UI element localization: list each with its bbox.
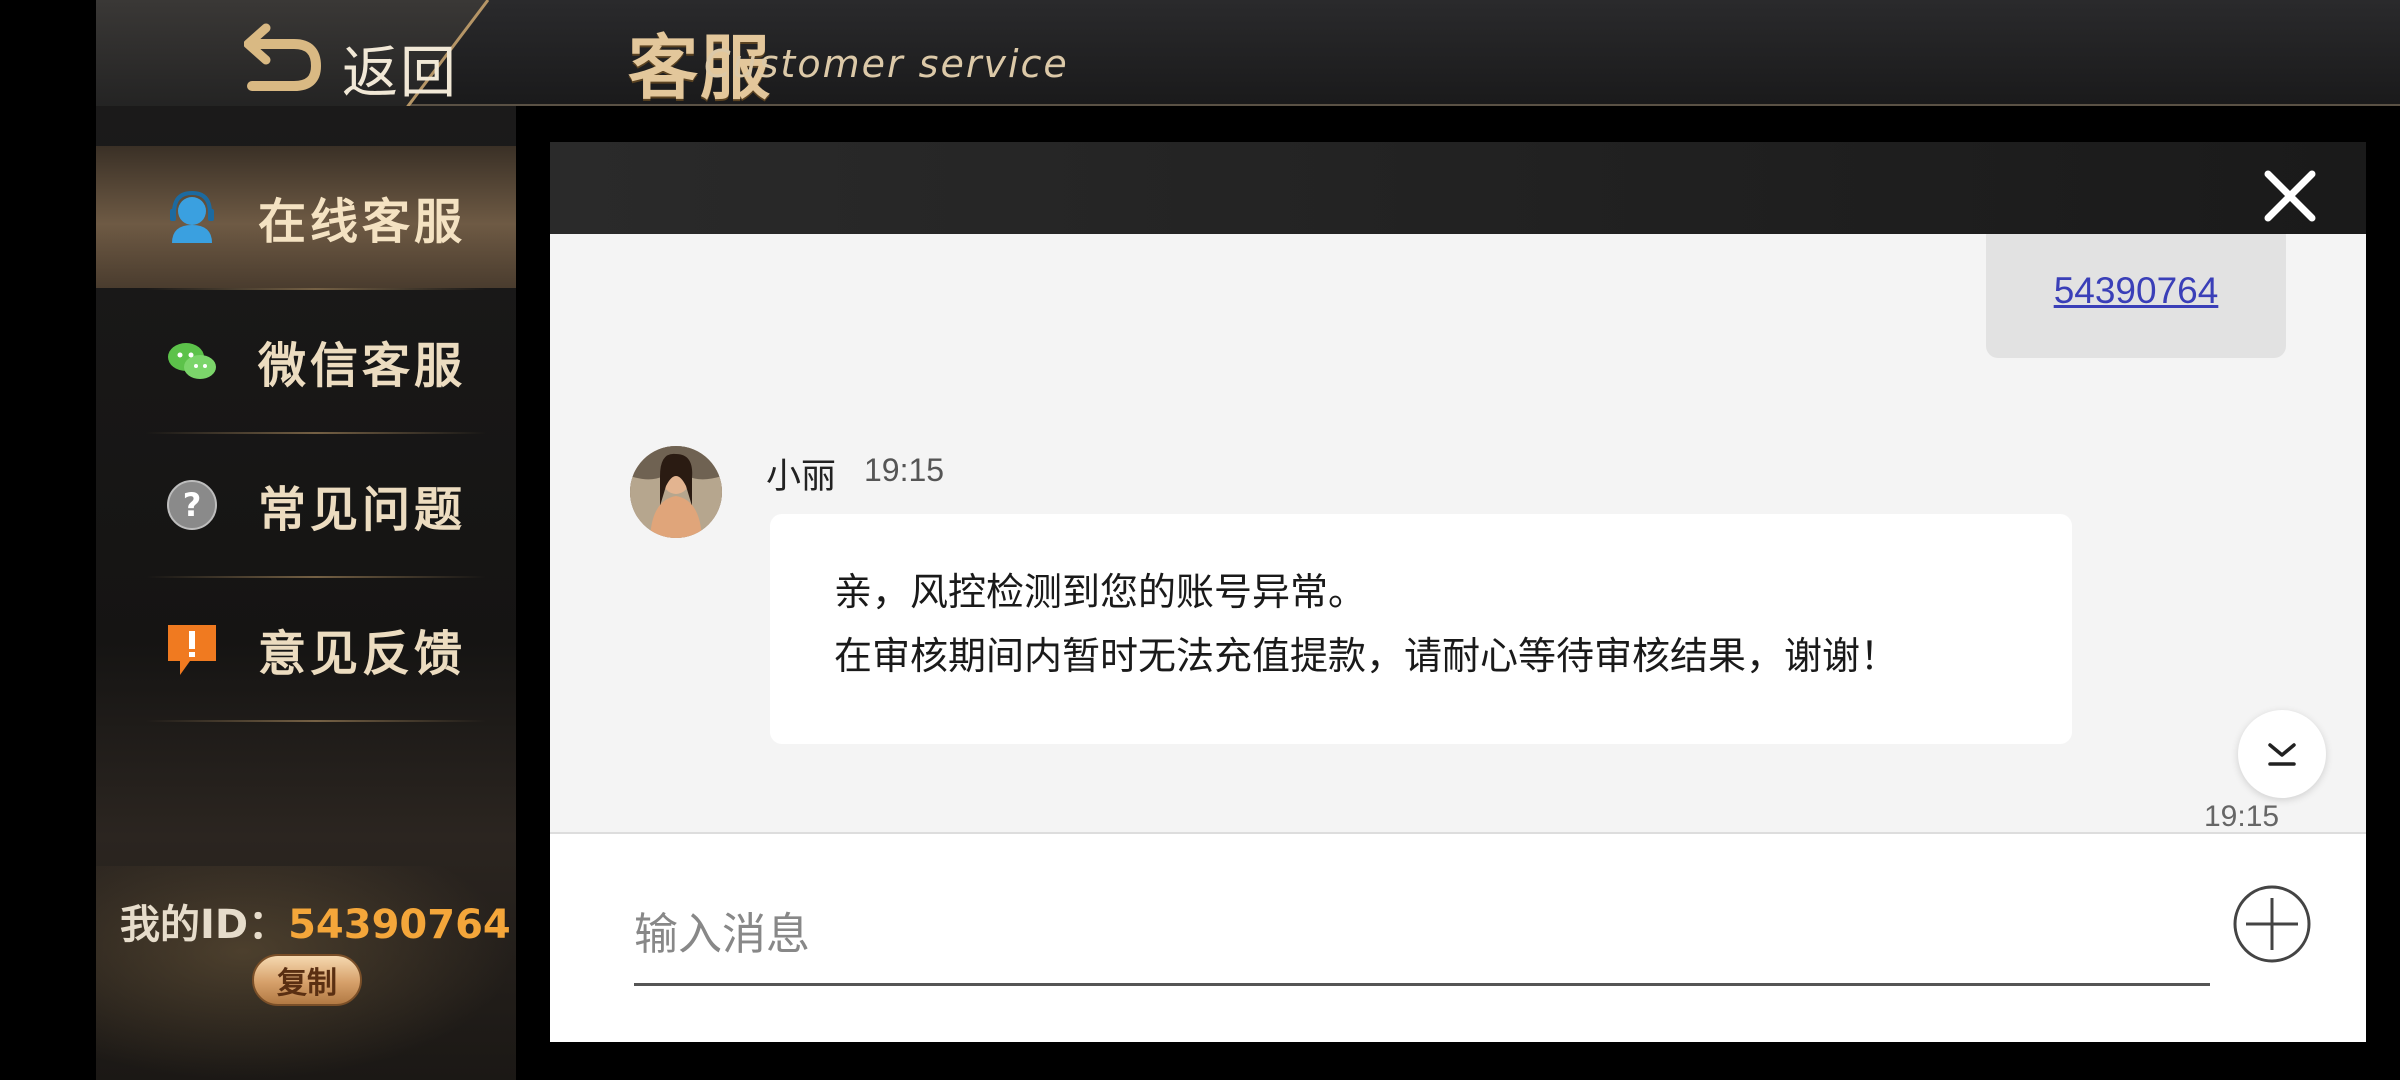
copy-id-button[interactable]: 复制 [252,954,362,1006]
sender-name: 小丽 [766,457,837,497]
chevron-down-icon [2268,743,2296,766]
back-label: 返回 [342,41,458,106]
message-text-line: 亲，风控检测到您的账号异常。 [834,570,1367,614]
outgoing-message-link[interactable]: 54390764 [2054,270,2219,312]
plus-icon[interactable] [2232,884,2312,964]
outgoing-message-bubble: 54390764 [1986,234,2286,358]
feedback-icon [168,625,216,675]
scroll-to-bottom-button[interactable] [2238,710,2326,798]
my-id-label: 我的ID： [120,902,289,948]
message-input[interactable] [634,886,2210,986]
agent-avatar-image [630,446,722,538]
avatar [630,446,722,538]
svg-text:?: ? [183,486,202,524]
message-composer [550,832,2366,1042]
page-subtitle: Customer service [704,42,1069,86]
header-bar: 返回 客服 [96,0,2400,124]
sidebar-item-faq[interactable]: ? 常见问题 [96,434,516,576]
sidebar-item-label: 意见反馈 [258,626,467,682]
question-icon: ? [167,480,217,530]
sidebar-item-label: 在线客服 [258,194,467,250]
headset-icon [170,190,214,243]
divider [146,720,486,722]
close-icon[interactable] [2262,168,2318,224]
chat-panel-header [550,142,2366,234]
my-id-display: 我的ID：54390764 [120,892,511,950]
sidebar-item-online-service[interactable]: 在线客服 [96,146,516,288]
incoming-message-bubble: 亲，风控检测到您的账号异常。 在审核期间内暂时无法充值提款，请耐心等待审核结果，… [770,514,2072,744]
wechat-icon [168,343,216,379]
chat-messages[interactable]: 54390764 小丽 19:15 亲，风控检测到您的账号异常。 在审核期间内暂… [550,234,2366,832]
sidebar-item-label: 常见问题 [258,482,467,538]
message-timestamp: 19:15 [864,452,945,488]
my-id-value: 54390764 [288,902,511,948]
sidebar-item-label: 微信客服 [258,338,467,394]
message-timestamp: 19:15 [2204,800,2280,832]
sidebar-item-wechat-service[interactable]: 微信客服 [96,290,516,432]
message-text-line: 在审核期间内暂时无法充值提款，请耐心等待审核结果，谢谢！ [834,634,1899,678]
return-arrow-icon [244,23,322,91]
sidebar-item-feedback[interactable]: 意见反馈 [96,578,516,720]
